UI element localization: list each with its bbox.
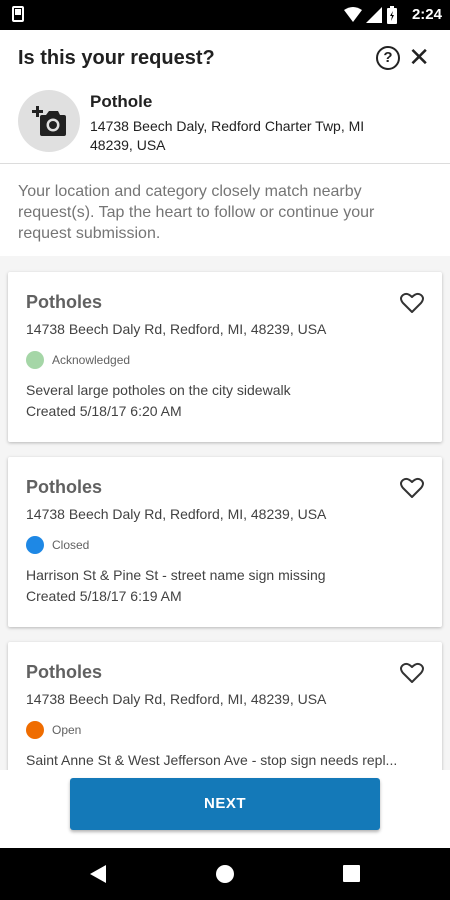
system-nav-bar bbox=[0, 848, 450, 900]
card-description: Several large potholes on the city sidew… bbox=[26, 382, 291, 398]
battery-icon bbox=[387, 6, 397, 24]
close-icon[interactable]: ✕ bbox=[408, 44, 430, 70]
status-dot bbox=[26, 721, 44, 739]
heart-icon[interactable] bbox=[400, 477, 424, 499]
request-address: 14738 Beech Daly, Redford Charter Twp, M… bbox=[90, 118, 365, 153]
request-category: Pothole bbox=[90, 92, 153, 111]
request-card[interactable]: Potholes 14738 Beech Daly Rd, Redford, M… bbox=[8, 642, 442, 770]
request-card[interactable]: Potholes 14738 Beech Daly Rd, Redford, M… bbox=[8, 457, 442, 627]
status-text: Open bbox=[52, 723, 82, 737]
status-badge: Closed bbox=[26, 536, 89, 554]
card-address: 14738 Beech Daly Rd, Redford, MI, 48239,… bbox=[26, 691, 327, 707]
heart-icon[interactable] bbox=[400, 292, 424, 314]
card-title: Potholes bbox=[26, 292, 103, 312]
nearby-requests-list[interactable]: Potholes 14738 Beech Daly Rd, Redford, M… bbox=[0, 256, 450, 770]
card-address: 14738 Beech Daly Rd, Redford, MI, 48239,… bbox=[26, 506, 327, 522]
status-dot bbox=[26, 351, 44, 369]
card-created: Created 5/18/17 6:19 AM bbox=[26, 588, 182, 604]
page-title: Is this your request? bbox=[18, 47, 215, 69]
recent-apps-icon[interactable] bbox=[343, 865, 360, 882]
status-icons bbox=[344, 6, 398, 24]
dialog-header: Is this your request? ? ✕ bbox=[0, 30, 450, 88]
add-photo-button[interactable] bbox=[18, 90, 80, 152]
status-badge: Acknowledged bbox=[26, 351, 130, 369]
sim-card-icon bbox=[12, 6, 24, 22]
signal-icon bbox=[366, 7, 382, 23]
heart-icon[interactable] bbox=[400, 662, 424, 684]
card-created: Created 5/18/17 6:20 AM bbox=[26, 403, 182, 419]
request-card[interactable]: Potholes 14738 Beech Daly Rd, Redford, M… bbox=[8, 272, 442, 442]
back-icon[interactable] bbox=[90, 865, 106, 883]
status-text: Closed bbox=[52, 538, 90, 552]
status-text: Acknowledged bbox=[52, 353, 131, 367]
status-badge: Open bbox=[26, 721, 81, 739]
card-description: Harrison St & Pine St - street name sign… bbox=[26, 567, 326, 583]
card-title: Potholes bbox=[26, 662, 103, 682]
next-button[interactable]: NEXT bbox=[70, 778, 380, 830]
card-title: Potholes bbox=[26, 477, 103, 497]
card-address: 14738 Beech Daly Rd, Redford, MI, 48239,… bbox=[26, 321, 327, 337]
request-summary: Pothole 14738 Beech Daly, Redford Charte… bbox=[0, 88, 450, 164]
status-bar: 2:24 bbox=[0, 0, 450, 30]
clock: 2:24 bbox=[411, 6, 442, 23]
status-dot bbox=[26, 536, 44, 554]
help-icon[interactable]: ? bbox=[376, 46, 400, 70]
bottom-action-bar: NEXT bbox=[0, 770, 450, 848]
wifi-icon bbox=[344, 7, 362, 22]
match-note: Your location and category closely match… bbox=[18, 183, 375, 242]
home-icon[interactable] bbox=[216, 865, 234, 883]
card-description: Saint Anne St & West Jefferson Ave - sto… bbox=[26, 752, 398, 768]
add-photo-camera-icon bbox=[32, 106, 66, 136]
